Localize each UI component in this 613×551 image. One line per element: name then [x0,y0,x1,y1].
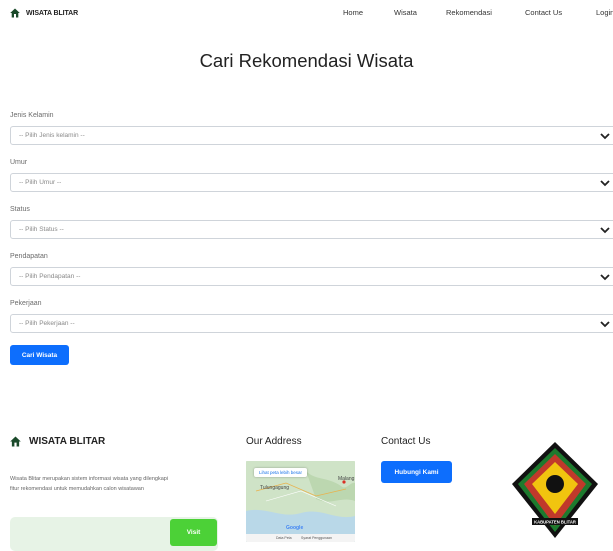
navbar: WISATA BLITAR Home Wisata Rekomendasi Co… [0,0,613,26]
map-footer: Data Peta Syarat Penggunaan [246,534,355,542]
footer-description-line: fitur rekomendasi untuk memudahkan calon… [10,485,144,492]
select-jenis-kelamin[interactable]: -- Pilih Jenis kelamin -- [10,126,613,145]
map-enlarge-link[interactable]: Lihat peta lebih besar [254,468,308,477]
contact-us-heading: Contact Us [381,436,431,447]
select-pekerjaan[interactable]: -- Pilih Pekerjaan -- [10,314,613,333]
nav-link-wisata[interactable]: Wisata [394,8,417,17]
nav-link-home[interactable]: Home [343,8,363,17]
label-jenis-kelamin: Jenis Kelamin [10,112,54,119]
page-title: Cari Rekomendasi Wisata [199,50,414,71]
chevron-down-icon [600,227,610,234]
map-terms-label[interactable]: Syarat Penggunaan [301,536,332,540]
select-umur[interactable]: -- Pilih Umur -- [10,173,613,192]
footer-description-line: Wisata Blitar merupakan sistem informasi… [10,476,169,482]
our-address-heading: Our Address [246,436,302,447]
chevron-down-icon [600,133,610,140]
google-logo: Google [286,525,304,531]
select-placeholder: -- Pilih Jenis kelamin -- [19,132,85,139]
label-pendapatan: Pendapatan [10,253,48,260]
label-pekerjaan: Pekerjaan [10,300,42,307]
cari-wisata-button[interactable]: Cari Wisata [10,345,69,365]
chevron-down-icon [600,180,610,187]
visit-button[interactable]: Visit [170,519,217,546]
chevron-down-icon [600,321,610,328]
map-place-label: Tulungagung [260,485,290,491]
select-status[interactable]: -- Pilih Status -- [10,220,613,239]
map-data-label[interactable]: Data Peta [276,536,292,540]
hubungi-kami-button[interactable]: Hubungi Kami [381,461,452,483]
label-status: Status [10,206,30,213]
select-placeholder: -- Pilih Pekerjaan -- [19,320,75,327]
footer-brand-text: WISATA BLITAR [29,436,106,447]
map-place-label: Malang [338,476,355,482]
label-umur: Umur [10,159,28,166]
home-logo-icon [10,436,21,447]
footer-brand: WISATA BLITAR [10,436,105,447]
select-placeholder: -- Pilih Umur -- [19,179,62,186]
emblem-caption: KABUPATEN BLITAR [534,520,576,525]
select-pendapatan[interactable]: -- Pilih Pendapatan -- [10,267,613,286]
select-placeholder: -- Pilih Status -- [19,226,64,233]
nav-links: Home Wisata Rekomendasi Contact Us Login [0,8,613,20]
nav-link-contact-us[interactable]: Contact Us [525,8,562,17]
select-placeholder: -- Pilih Pendapatan -- [19,273,81,280]
footer-description: Wisata Blitar merupakan sistem informasi… [10,475,225,494]
map-embed[interactable]: Lihat peta lebih besar Tulungagung Malan… [246,461,355,542]
nav-link-rekomendasi[interactable]: Rekomendasi [446,8,492,17]
blitar-emblem-icon: KABUPATEN BLITAR [512,442,598,538]
chevron-down-icon [600,274,610,281]
nav-link-login[interactable]: Login [596,8,613,17]
